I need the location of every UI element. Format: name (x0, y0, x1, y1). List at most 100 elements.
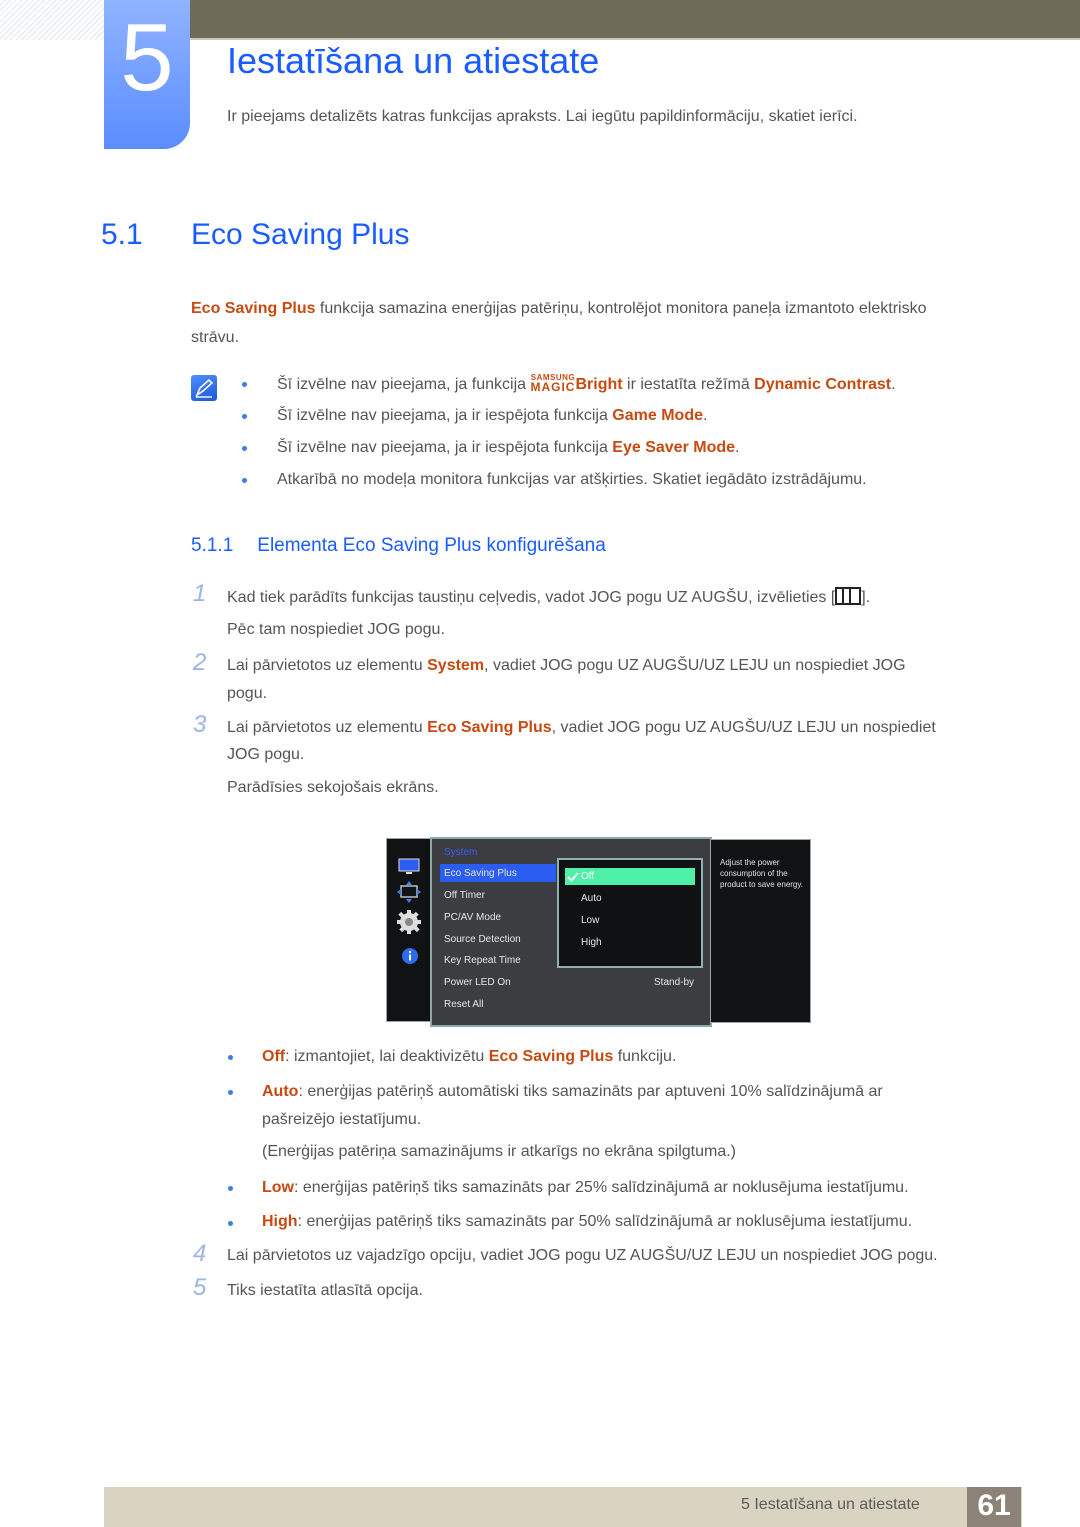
note-4: Atkarībā no modeļa monitora funkcijas va… (277, 471, 867, 488)
info-icon (401, 947, 419, 970)
resize-arrows-icon (396, 880, 422, 909)
term-highlight: Eye Saver Mode (612, 439, 736, 456)
osd-option[interactable]: High (581, 937, 602, 948)
step-number: 2 (193, 649, 207, 676)
term-highlight: Auto (262, 1083, 299, 1100)
desc-text: : enerģijas patēriņš automātiski tiks sa… (298, 1083, 883, 1100)
note-pencil-icon (191, 375, 217, 401)
section-title: Eco Saving Plus (191, 218, 410, 251)
note-text: Šī izvēlne nav pieejama, ja funkcija (277, 376, 531, 393)
step-3-line2: JOG pogu. (227, 746, 305, 763)
step-text: Lai pārvietotos uz elementu (227, 719, 428, 736)
header-hatch-decoration (0, 0, 104, 40)
chapter-intro: Ir pieejams detalizēts katras funkcijas … (227, 108, 858, 125)
footer-chapter-label: 5 Iestatīšana un atiestate (741, 1496, 920, 1513)
osd-option[interactable]: Off (581, 871, 594, 882)
term-highlight: Off (262, 1048, 286, 1065)
step-1-line2: Pēc tam nospiediet JOG pogu. (227, 621, 445, 638)
subsection-title: Elementa Eco Saving Plus konfigurēšana (257, 535, 606, 556)
step-2-line2: pogu. (227, 685, 268, 702)
chapter-title: Iestatīšana un atiestate (227, 40, 600, 81)
step-1: Kad tiek parādīts funkcijas taustiņu ceļ… (227, 587, 870, 608)
note-text: . (702, 407, 708, 424)
step-text: , vadiet JOG pogu UZ AUGŠU/UZ LEJU un no… (484, 657, 906, 674)
note-text: Šī izvēlne nav pieejama, ja ir iespējota… (277, 439, 613, 456)
step-number: 1 (193, 580, 207, 607)
section-paragraph: Eco Saving Plus funkcija samazina enerģi… (191, 299, 926, 319)
step-2: Lai pārvietotos uz elementu System, vadi… (227, 656, 906, 676)
term-highlight: Eco Saving Plus (488, 1048, 614, 1065)
option-auto-line3: (Enerģijas patēriņa samazinājums ir atka… (262, 1143, 736, 1160)
menu-icon (835, 587, 862, 605)
section-number: 5.1 (101, 218, 143, 251)
note-2: Šī izvēlne nav pieejama, ja ir iespējota… (277, 406, 707, 426)
osd-power-led-value: Stand-by (654, 977, 695, 988)
desc-text: funkciju. (613, 1048, 677, 1065)
osd-menu-item[interactable]: Eco Saving Plus (444, 868, 517, 879)
samsung-magic-logo: SAMSUNG MAGIC (530, 374, 576, 394)
bullet (228, 1090, 233, 1095)
step-4: Lai pārvietotos uz vajadzīgo opciju, vad… (227, 1247, 938, 1264)
checkmark-icon (567, 870, 579, 888)
magic-text: MAGIC (530, 380, 576, 394)
term-highlight: Eco Saving Plus (427, 719, 552, 736)
step-3: Lai pārvietotos uz elementu Eco Saving P… (227, 718, 936, 738)
osd-description: Adjust the power consumption of the prod… (720, 858, 804, 889)
osd-menu-item[interactable]: PC/AV Mode (444, 912, 501, 923)
step-text: Lai pārvietotos uz elementu (227, 657, 428, 674)
term-highlight: Dynamic Contrast (754, 376, 892, 393)
osd-menu-item[interactable]: Source Detection (444, 934, 521, 945)
step-text: ]. (861, 589, 871, 606)
step-number: 5 (193, 1274, 207, 1301)
monitor-icon (398, 858, 420, 881)
subsection-heading: 5.1.1 Elementa Eco Saving Plus konfigurēš… (191, 535, 606, 557)
step-3-line3: Parādīsies sekojošais ekrāns. (227, 779, 439, 796)
desc-text: : izmantojiet, lai deaktivizētu (285, 1048, 489, 1065)
header-bar (190, 0, 1080, 40)
term-highlight: High (262, 1213, 298, 1230)
term-highlight: Low (262, 1179, 294, 1196)
term-highlight: Bright (575, 376, 623, 393)
osd-menu-item[interactable]: Power LED On (444, 977, 511, 988)
step-number: 3 (193, 711, 207, 738)
osd-menu-item[interactable]: Off Timer (444, 890, 485, 901)
bullet (242, 382, 247, 387)
osd-option[interactable]: Auto (581, 893, 602, 904)
page-number: 61 (977, 1489, 1011, 1522)
option-auto-desc: Auto: enerģijas patēriņš automātiski tik… (262, 1082, 883, 1102)
step-number: 4 (193, 1240, 207, 1267)
osd-category-title: System (444, 847, 478, 858)
osd-option[interactable]: Low (581, 915, 599, 926)
bullet (228, 1221, 233, 1226)
note-text: . (891, 376, 896, 393)
bullet (242, 446, 247, 451)
osd-menu-item[interactable]: Reset All (444, 999, 483, 1010)
chapter-number: 5 (120, 4, 174, 111)
term-highlight: Game Mode (612, 407, 703, 424)
osd-menu-item[interactable]: Key Repeat Time (444, 955, 521, 966)
option-auto-line2: pašreizējo iestatījumu. (262, 1111, 422, 1128)
note-text: ir iestatīta režīmā (622, 376, 755, 393)
note-3: Šī izvēlne nav pieejama, ja ir iespējota… (277, 438, 739, 458)
option-off-desc: Off: izmantojiet, lai deaktivizētu Eco S… (262, 1047, 676, 1067)
paragraph-text: funkcija samazina enerģijas patēriņu, ko… (315, 300, 927, 317)
step-5: Tiks iestatīta atlasītā opcija. (227, 1282, 423, 1299)
option-high-desc: High: enerģijas patēriņš tiks samazināts… (262, 1212, 912, 1232)
section-paragraph-line2: strāvu. (191, 329, 240, 346)
desc-text: : enerģijas patēriņš tiks samazināts par… (294, 1179, 909, 1196)
gear-icon (396, 909, 422, 940)
step-text: , vadiet JOG pogu UZ AUGŠU/UZ LEJU un no… (551, 719, 936, 736)
desc-text: : enerģijas patēriņš tiks samazināts par… (297, 1213, 913, 1230)
bullet (242, 478, 247, 483)
term-highlight: System (427, 657, 485, 674)
bullet (242, 414, 247, 419)
option-low-desc: Low: enerģijas patēriņš tiks samazināts … (262, 1178, 909, 1198)
bullet (228, 1186, 233, 1191)
note-1: Šī izvēlne nav pieejama, ja funkcija SAM… (277, 374, 896, 395)
step-text: Kad tiek parādīts funkcijas taustiņu ceļ… (227, 589, 836, 606)
subsection-number: 5.1.1 (191, 535, 234, 556)
bullet (228, 1055, 233, 1060)
note-text: Šī izvēlne nav pieejama, ja ir iespējota… (277, 407, 613, 424)
note-text: . (735, 439, 740, 456)
term-highlight: Eco Saving Plus (191, 300, 316, 317)
